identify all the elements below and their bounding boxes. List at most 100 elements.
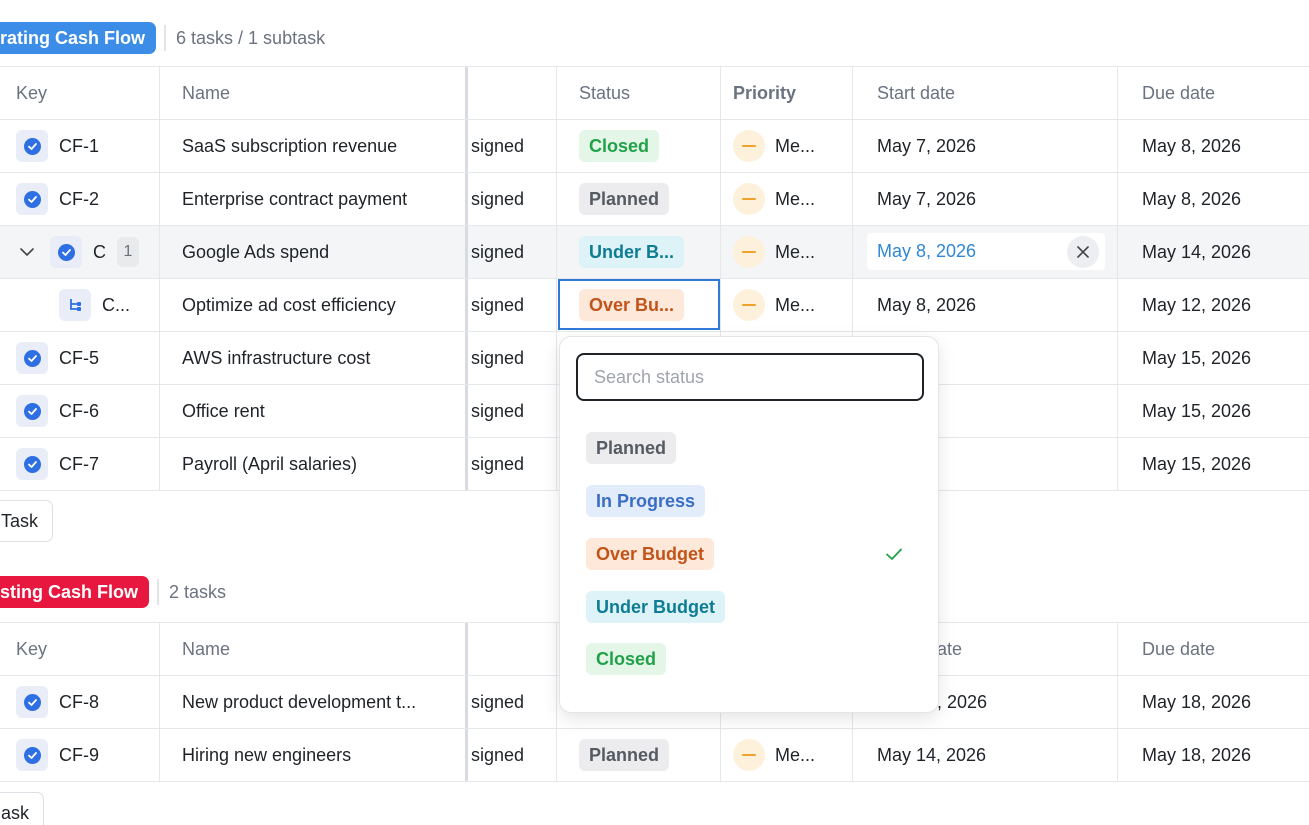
column-header-assignee[interactable] [471, 67, 557, 119]
task-key[interactable]: CF-8 [59, 692, 99, 713]
checkbox-icon[interactable] [16, 448, 48, 480]
column-header-assignee[interactable] [471, 623, 557, 675]
due-date[interactable]: May 8, 2026 [1118, 120, 1309, 172]
checkbox-icon[interactable] [16, 130, 48, 162]
table-row-parent[interactable]: C 1 Google Ads spend signed Under B... M… [0, 226, 1309, 279]
status-badge[interactable]: Planned [579, 183, 670, 215]
start-date[interactable]: May 7, 2026 [853, 173, 1118, 225]
priority-medium-icon [733, 289, 765, 321]
status-option-planned[interactable]: Planned [576, 426, 924, 470]
task-name[interactable]: Google Ads spend [160, 226, 468, 278]
task-name[interactable]: New product development t... [160, 676, 468, 728]
table-header-row: Key Name Status Priority Start date Due … [0, 67, 1309, 120]
checkbox-icon[interactable] [16, 395, 48, 427]
task-assignee[interactable]: signed [471, 173, 557, 225]
column-header-start-date[interactable]: Start date [853, 67, 1118, 119]
table-row[interactable]: CF-9 Hiring new engineers signed Planned… [0, 729, 1309, 782]
status-option-closed[interactable]: Closed [576, 637, 924, 681]
priority-label[interactable]: Me... [775, 745, 815, 766]
task-assignee[interactable]: signed [471, 385, 557, 437]
checkbox-icon[interactable] [16, 686, 48, 718]
add-task-button[interactable]: ask [0, 792, 45, 825]
due-date[interactable]: May 12, 2026 [1118, 279, 1309, 331]
column-header-key[interactable]: Key [0, 67, 160, 119]
add-task-label: Task [1, 510, 39, 531]
priority-label[interactable]: Me... [775, 295, 815, 316]
start-date[interactable]: May 14, 2026 [853, 729, 1118, 781]
due-date[interactable]: May 14, 2026 [1118, 226, 1309, 278]
group-title-badge[interactable]: sting Cash Flow [0, 576, 150, 608]
status-badge[interactable]: Under B... [579, 236, 685, 268]
start-date[interactable]: May 7, 2026 [853, 120, 1118, 172]
chevron-down-icon[interactable] [18, 243, 36, 261]
group-title-badge[interactable]: rating Cash Flow [0, 22, 157, 54]
task-assignee[interactable]: signed [471, 676, 557, 728]
due-date[interactable]: May 15, 2026 [1118, 332, 1309, 384]
status-badge[interactable]: Closed [579, 130, 660, 162]
due-date[interactable]: May 15, 2026 [1118, 438, 1309, 490]
task-key[interactable]: C [93, 242, 106, 263]
task-key[interactable]: C... [102, 295, 130, 316]
status-badge[interactable]: Planned [579, 739, 670, 771]
column-header-due-date[interactable]: Due date [1118, 623, 1309, 675]
checkbox-icon[interactable] [16, 739, 48, 771]
priority-medium-icon [733, 739, 765, 771]
start-date-editor[interactable]: May 8, 2026 [867, 233, 1105, 270]
task-name[interactable]: Optimize ad cost efficiency [160, 279, 468, 331]
column-header-status[interactable]: Status [557, 67, 721, 119]
table-row[interactable]: CF-1 SaaS subscription revenue signed Cl… [0, 120, 1309, 173]
task-assignee[interactable]: signed [471, 729, 557, 781]
task-name[interactable]: Payroll (April salaries) [160, 438, 468, 490]
status-option-under-budget[interactable]: Under Budget [576, 585, 924, 629]
column-header-name[interactable]: Name [160, 623, 468, 675]
add-task-button[interactable]: Task [0, 500, 54, 542]
task-name[interactable]: Office rent [160, 385, 468, 437]
status-option-in-progress[interactable]: In Progress [576, 479, 924, 523]
column-header-due-date[interactable]: Due date [1118, 67, 1309, 119]
status-badge[interactable]: Over Bu... [579, 289, 685, 321]
group-divider [157, 579, 160, 605]
start-date-value[interactable]: May 8, 2026 [877, 241, 976, 262]
task-assignee[interactable]: signed [471, 438, 557, 490]
column-header-key[interactable]: Key [0, 623, 160, 675]
due-date[interactable]: May 8, 2026 [1118, 173, 1309, 225]
priority-label[interactable]: Me... [775, 242, 815, 263]
start-date[interactable]: May 8, 2026 [853, 279, 1118, 331]
clear-date-button[interactable] [1067, 236, 1099, 268]
priority-label[interactable]: Me... [775, 136, 815, 157]
task-assignee[interactable]: signed [471, 279, 557, 331]
table-row[interactable]: CF-2 Enterprise contract payment signed … [0, 173, 1309, 226]
task-name[interactable]: SaaS subscription revenue [160, 120, 468, 172]
due-date[interactable]: May 15, 2026 [1118, 385, 1309, 437]
task-assignee[interactable]: signed [471, 332, 557, 384]
task-key[interactable]: CF-7 [59, 454, 99, 475]
checkbox-icon[interactable] [16, 342, 48, 374]
status-search-input[interactable] [576, 353, 924, 401]
task-name[interactable]: Enterprise contract payment [160, 173, 468, 225]
priority-label[interactable]: Me... [775, 189, 815, 210]
due-date[interactable]: May 18, 2026 [1118, 729, 1309, 781]
task-key[interactable]: CF-9 [59, 745, 99, 766]
column-header-priority[interactable]: Priority [721, 67, 853, 119]
group-divider [164, 25, 167, 51]
task-assignee[interactable]: signed [471, 120, 557, 172]
task-key[interactable]: CF-1 [59, 136, 99, 157]
task-key[interactable]: CF-5 [59, 348, 99, 369]
checkbox-icon[interactable] [50, 236, 82, 268]
checkbox-icon[interactable] [16, 183, 48, 215]
task-assignee[interactable]: signed [471, 226, 557, 278]
column-header-name[interactable]: Name [160, 67, 468, 119]
table-row-subtask[interactable]: C... Optimize ad cost efficiency signed … [0, 279, 1309, 332]
group-task-count: 6 tasks / 1 subtask [176, 27, 326, 48]
subtask-count-badge: 1 [117, 237, 139, 267]
priority-medium-icon [733, 236, 765, 268]
task-name[interactable]: AWS infrastructure cost [160, 332, 468, 384]
group-task-count: 2 tasks [169, 581, 227, 602]
status-dropdown: Planned In Progress Over Budget Under Bu… [559, 336, 939, 713]
due-date[interactable]: May 18, 2026 [1118, 676, 1309, 728]
task-name[interactable]: Hiring new engineers [160, 729, 468, 781]
task-key[interactable]: CF-6 [59, 401, 99, 422]
priority-medium-icon [733, 183, 765, 215]
status-option-over-budget[interactable]: Over Budget [576, 532, 924, 576]
task-key[interactable]: CF-2 [59, 189, 99, 210]
